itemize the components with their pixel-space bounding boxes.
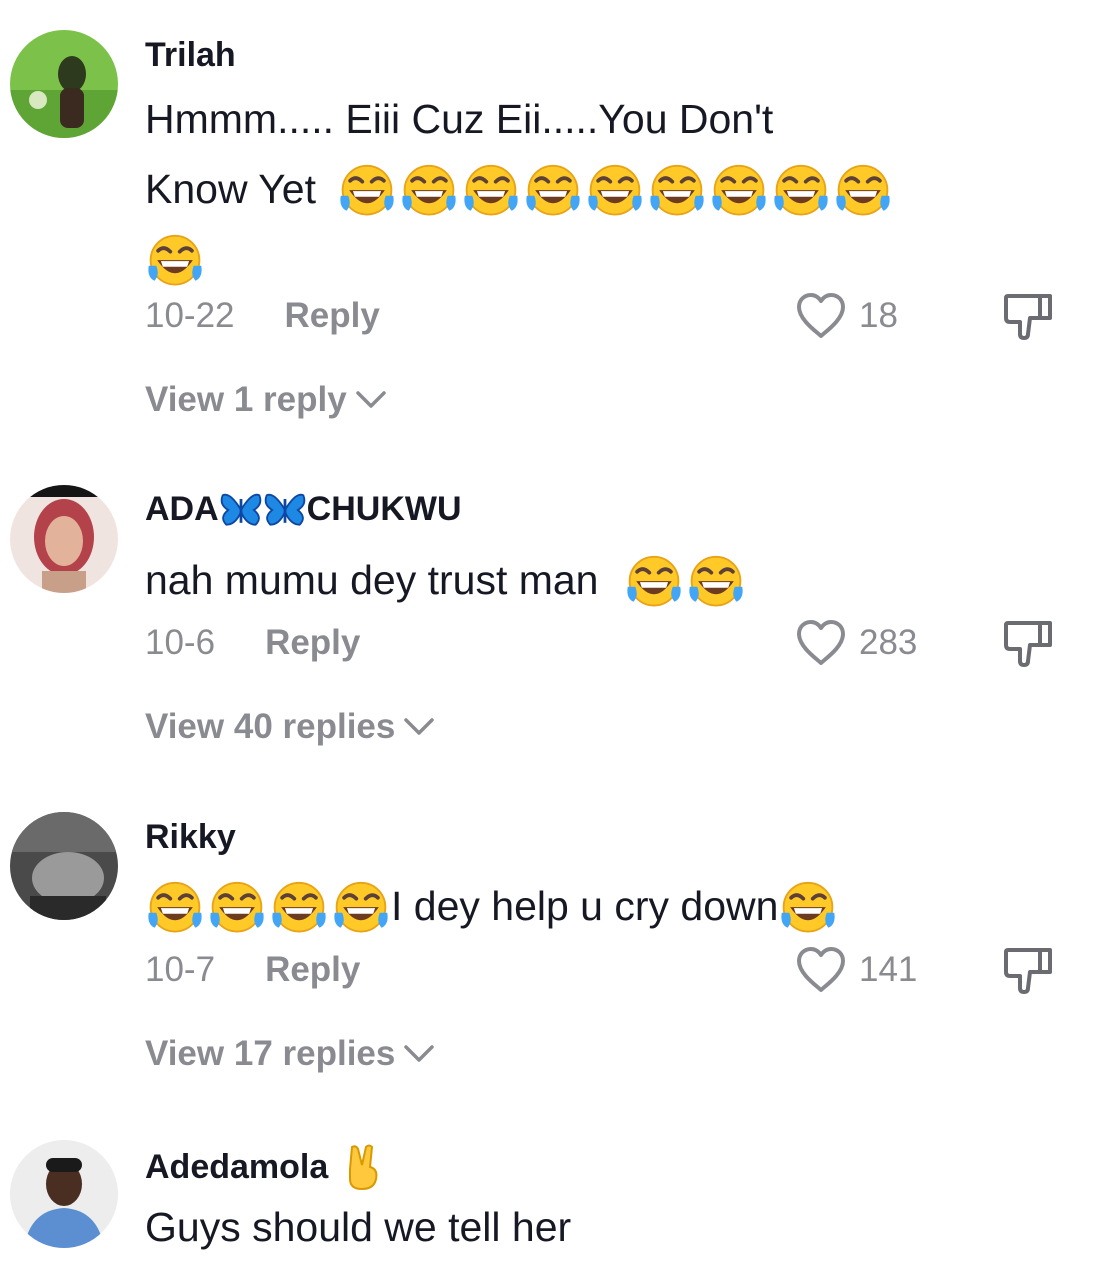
dislike-button[interactable] [1002, 290, 1054, 347]
tears-of-joy-emoji [771, 162, 831, 222]
tears-of-joy-emoji [686, 553, 746, 613]
comment-text-segment: nah mumu dey trust man [145, 557, 599, 603]
emoji-group [778, 879, 838, 939]
avatar-image [10, 812, 118, 920]
comment-date: 10-22 [145, 296, 235, 335]
like-count: 141 [859, 950, 918, 989]
tears-of-joy-emoji [461, 162, 521, 222]
tears-of-joy-emoji [337, 162, 397, 222]
emoji-group [337, 162, 893, 222]
avatar[interactable] [10, 1140, 118, 1248]
tears-of-joy-emoji [145, 879, 205, 939]
tears-of-joy-emoji [709, 162, 769, 222]
like-count: 283 [859, 623, 918, 662]
view-replies-label: View 17 replies [145, 1034, 396, 1073]
comment-text-segment: Know Yet [145, 166, 316, 212]
victory-hand-emoji [342, 1143, 382, 1191]
like-button[interactable]: 283 [795, 619, 917, 667]
reply-button[interactable]: Reply [265, 623, 360, 662]
avatar-image [10, 30, 118, 138]
heart-outline-icon [795, 292, 847, 340]
reply-button[interactable]: Reply [285, 296, 380, 335]
emoji-group [145, 879, 391, 939]
thumbs-down-icon [1002, 290, 1054, 342]
comment-meta: 10-6 Reply [145, 623, 360, 663]
comment-date: 10-6 [145, 623, 216, 662]
view-replies-button[interactable]: View 40 replies [145, 707, 435, 747]
comment-meta: 10-7 Reply [145, 950, 360, 990]
chevron-down-icon [355, 390, 387, 410]
tears-of-joy-emoji [523, 162, 583, 222]
avatar-image [10, 1140, 118, 1248]
emoji-group [624, 553, 746, 613]
dislike-button[interactable] [1002, 617, 1054, 674]
username[interactable]: Trilah [145, 36, 236, 75]
butterfly-emoji [219, 491, 263, 529]
avatar[interactable] [10, 485, 118, 593]
thumbs-down-icon [1002, 617, 1054, 669]
username[interactable]: Adedamola [145, 1143, 382, 1191]
comment-date: 10-7 [145, 950, 216, 989]
like-button[interactable]: 18 [795, 292, 898, 340]
dislike-button[interactable] [1002, 944, 1054, 1001]
tears-of-joy-emoji [585, 162, 645, 222]
username[interactable]: ADA CHUKWU [145, 490, 462, 529]
tears-of-joy-emoji [269, 879, 329, 939]
view-replies-label: View 1 reply [145, 380, 347, 419]
comment-text-line: Hmmm..... Eiii Cuz Eii.....You Don't [145, 96, 774, 142]
avatar[interactable] [10, 30, 118, 138]
tears-of-joy-emoji [145, 232, 205, 292]
username-part: Adedamola [145, 1147, 329, 1186]
like-button[interactable]: 141 [795, 946, 917, 994]
comment-text-line [145, 224, 945, 294]
comment-meta: 10-22 Reply [145, 296, 380, 336]
username[interactable]: Rikky [145, 818, 236, 857]
thumbs-down-icon [1002, 944, 1054, 996]
heart-outline-icon [795, 946, 847, 994]
tears-of-joy-emoji [207, 879, 267, 939]
tears-of-joy-emoji [331, 879, 391, 939]
comment-text-segment: I dey help u cry down [391, 883, 779, 929]
chevron-down-icon [403, 1044, 435, 1064]
chevron-down-icon [403, 717, 435, 737]
view-replies-button[interactable]: View 1 reply [145, 380, 387, 420]
heart-outline-icon [795, 619, 847, 667]
reply-button[interactable]: Reply [265, 950, 360, 989]
avatar-image [10, 485, 118, 593]
tears-of-joy-emoji [399, 162, 459, 222]
tears-of-joy-emoji [647, 162, 707, 222]
like-count: 18 [859, 296, 898, 335]
comment-text: nah mumu dey trust man [145, 545, 945, 615]
username-part: CHUKWU [306, 490, 462, 528]
comment-text-line: Know Yet [145, 154, 945, 224]
comment-text: Guys should we tell her [145, 1204, 572, 1250]
view-replies-button[interactable]: View 17 replies [145, 1034, 435, 1074]
avatar[interactable] [10, 812, 118, 920]
tears-of-joy-emoji [833, 162, 893, 222]
comment-text: I dey help u cry down [145, 871, 945, 941]
username-part: ADA [145, 490, 219, 528]
butterfly-emoji [263, 491, 307, 529]
tears-of-joy-emoji [778, 879, 838, 939]
view-replies-label: View 40 replies [145, 707, 396, 746]
tears-of-joy-emoji [624, 553, 684, 613]
comment-text: Hmmm..... Eiii Cuz Eii.....You Don't Kno… [145, 84, 945, 294]
